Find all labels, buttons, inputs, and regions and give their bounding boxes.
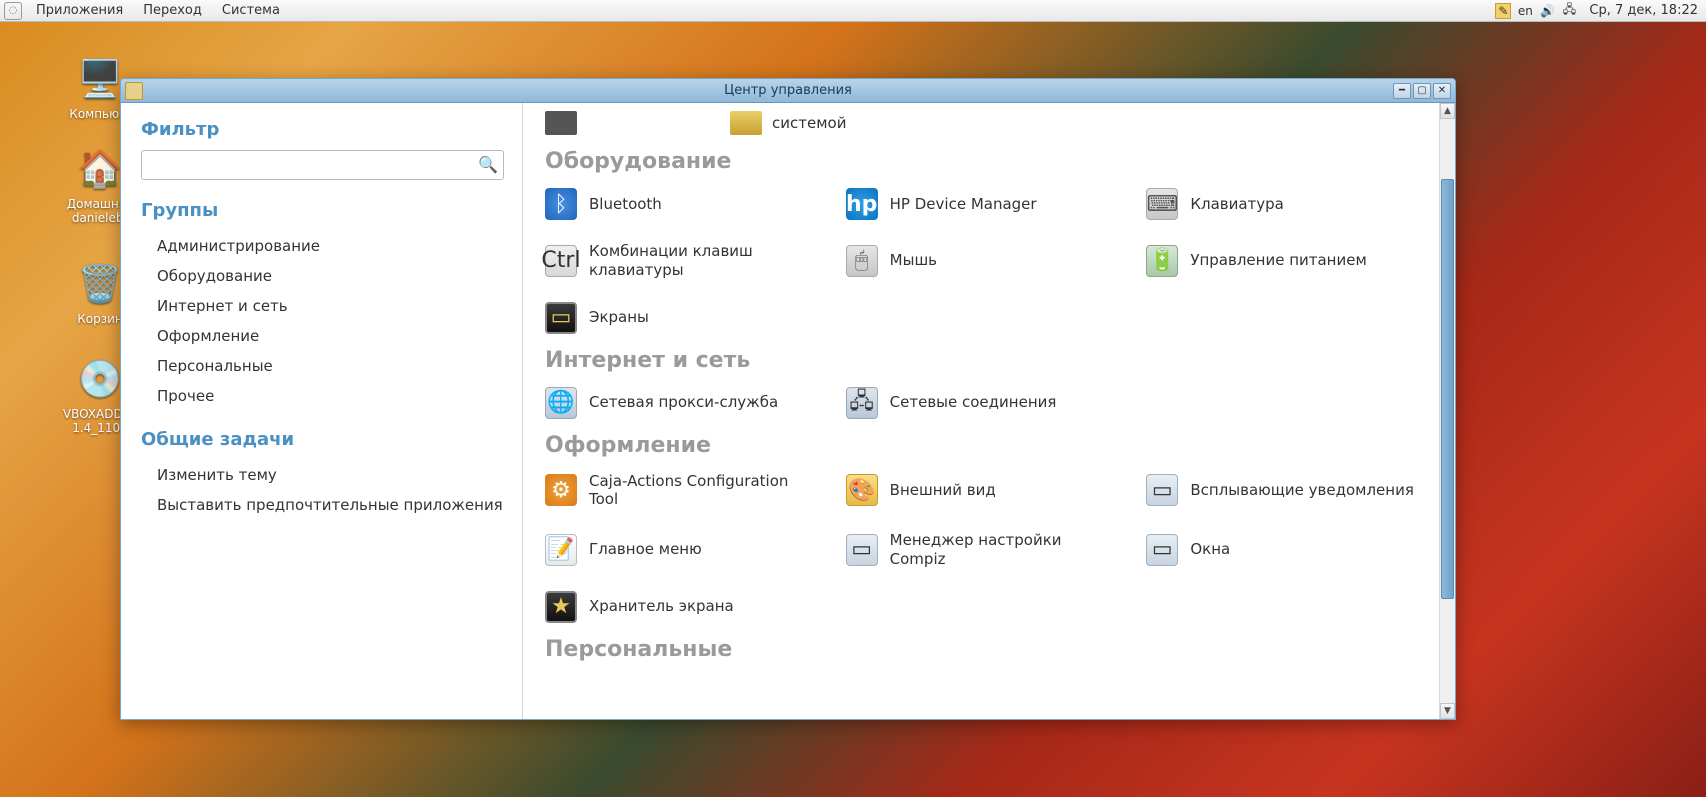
settings-item-label: Комбинации клавиш клавиатуры [589,242,818,280]
settings-item[interactable]: hp HP Device Manager [846,188,1119,220]
settings-item[interactable]: ▭ Экраны [545,302,818,334]
settings-item-label: Менеджер настройки Compiz [890,531,1119,569]
sidebar-group-item[interactable]: Оформление [141,321,504,351]
desktop-glyph-icon: 💿 [76,355,124,403]
sidebar-group-item[interactable]: Интернет и сеть [141,291,504,321]
desktop-glyph-icon: 🖥️ [76,55,124,103]
section-title: Персональные [545,637,1419,662]
system-panel: ◌ Приложения Переход Система ✎ en 🔊 🖧 Ср… [0,0,1706,22]
settings-item[interactable]: Ctrl Комбинации клавиш клавиатуры [545,242,818,280]
scroll-down-button[interactable]: ▼ [1440,703,1455,719]
sidebar-group-item[interactable]: Прочее [141,381,504,411]
section-title: Оборудование [545,149,1419,174]
panel-menu-places[interactable]: Переход [133,1,212,20]
search-icon: 🔍 [478,155,498,175]
settings-item-icon: ★ [545,591,577,623]
settings-item-icon: ⚙ [545,474,577,506]
settings-item-label: Управление питанием [1190,251,1366,270]
settings-item[interactable]: ▭ Окна [1146,531,1419,569]
control-center-window: Центр управления ━ ▢ ✕ Фильтр 🔍 Группы А… [120,78,1456,720]
settings-item-label: Сетевые соединения [890,393,1057,412]
settings-item[interactable]: ▭ Всплывающие уведомления [1146,472,1419,510]
settings-item[interactable]: 🎨 Внешний вид [846,472,1119,510]
settings-item-icon: ▭ [1146,474,1178,506]
panel-menu-applications[interactable]: Приложения [26,1,133,20]
notes-tray-icon[interactable]: ✎ [1495,3,1511,19]
settings-item-icon: 🖱 [846,245,878,277]
network-tray-icon[interactable]: 🖧 [1561,3,1577,19]
scroll-track[interactable] [1440,119,1455,703]
sidebar-group-item[interactable]: Оборудование [141,261,504,291]
settings-item-label: Bluetooth [589,195,662,214]
settings-item[interactable]: ▭ Менеджер настройки Compiz [846,531,1119,569]
settings-item-icon: 🖧 [846,387,878,419]
window-titlebar[interactable]: Центр управления ━ ▢ ✕ [121,79,1455,103]
vertical-scrollbar[interactable]: ▲ ▼ [1439,103,1455,719]
settings-item-icon: 📝 [545,534,577,566]
content-area: — системой Оборудование ᛒ Bluetooth hp HP Devi… [523,103,1439,719]
partial-item[interactable]: системой [730,111,846,135]
settings-item-label: HP Device Manager [890,195,1037,214]
settings-item[interactable]: 🌐 Сетевая прокси-служба [545,387,818,419]
system-tray: ✎ en 🔊 🖧 Ср, 7 дек, 18:22 [1495,3,1702,19]
settings-item-icon: ▭ [1146,534,1178,566]
panel-menu-system[interactable]: Система [212,1,290,20]
settings-item-icon: hp [846,188,878,220]
settings-item-label: Сетевая прокси-служба [589,393,778,412]
tasks-heading: Общие задачи [141,429,504,450]
settings-item-label: Caja-Actions Configuration Tool [589,472,818,510]
settings-item[interactable]: ⚙ Caja-Actions Configuration Tool [545,472,818,510]
close-button[interactable]: ✕ [1433,83,1451,99]
window-title: Центр управления [121,83,1455,98]
settings-item-icon: ▭ [545,302,577,334]
search-input[interactable] [141,150,504,180]
settings-item-label: Мышь [890,251,937,270]
settings-item[interactable]: ⌨ Клавиатура [1146,188,1419,220]
partial-item[interactable]: — [545,111,602,135]
settings-item-label: Всплывающие уведомления [1190,481,1414,500]
settings-item[interactable]: 🖱 Мышь [846,242,1119,280]
settings-item-label: Главное меню [589,540,702,559]
settings-item-icon: ▭ [846,534,878,566]
settings-item[interactable]: ★ Хранитель экрана [545,591,818,623]
keyboard-layout-indicator[interactable]: en [1517,3,1533,19]
sidebar-group-item[interactable]: Администрирование [141,231,504,261]
settings-item-icon: ⌨ [1146,188,1178,220]
settings-item[interactable]: 🔋 Управление питанием [1146,242,1419,280]
sidebar-group-item[interactable]: Персональные [141,351,504,381]
filter-heading: Фильтр [141,119,504,140]
distro-logo-icon: ◌ [4,2,22,20]
settings-item-label: Экраны [589,308,649,327]
settings-item-icon: ᛒ [545,188,577,220]
section-title: Интернет и сеть [545,348,1419,373]
sidebar-task-item[interactable]: Изменить тему [141,460,504,490]
settings-item-label: Клавиатура [1190,195,1284,214]
printer-icon [545,111,577,135]
partial-label: системой [772,114,846,132]
settings-item-label: Окна [1190,540,1230,559]
section-title: Оформление [545,433,1419,458]
scroll-thumb[interactable] [1441,179,1454,599]
settings-item-label: Внешний вид [890,481,996,500]
settings-item-icon: 🌐 [545,387,577,419]
volume-tray-icon[interactable]: 🔊 [1539,3,1555,19]
settings-item[interactable]: 🖧 Сетевые соединения [846,387,1119,419]
scroll-up-button[interactable]: ▲ [1440,103,1455,119]
sidebar-task-item[interactable]: Выставить предпочтительные приложения [141,490,504,520]
gear-icon [730,111,762,135]
clock[interactable]: Ср, 7 дек, 18:22 [1583,3,1698,18]
window-app-icon [125,82,143,100]
settings-item[interactable]: ᛒ Bluetooth [545,188,818,220]
sidebar: Фильтр 🔍 Группы АдминистрированиеОборудо… [121,103,523,719]
maximize-button[interactable]: ▢ [1413,83,1431,99]
settings-item-icon: 🔋 [1146,245,1178,277]
desktop-glyph-icon: 🗑️ [76,260,124,308]
minimize-button[interactable]: ━ [1393,83,1411,99]
settings-item[interactable]: 📝 Главное меню [545,531,818,569]
settings-item-label: Хранитель экрана [589,597,734,616]
settings-item-icon: 🎨 [846,474,878,506]
desktop-glyph-icon: 🏠 [76,145,124,193]
groups-heading: Группы [141,200,504,221]
settings-item-icon: Ctrl [545,245,577,277]
